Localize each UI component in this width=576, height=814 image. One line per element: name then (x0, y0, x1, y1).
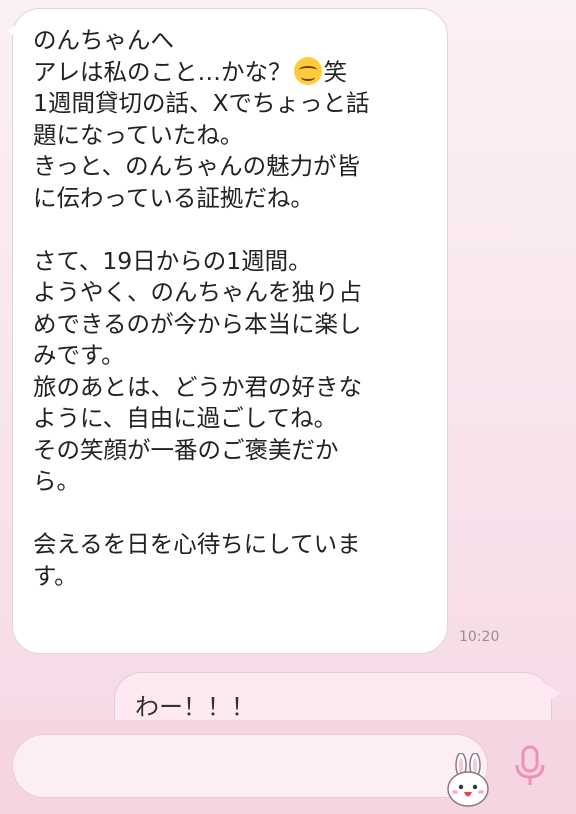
message-line: 会えるを日を心待ちにしていま (33, 530, 361, 558)
microphone-icon[interactable] (512, 744, 548, 788)
message-input[interactable] (12, 734, 489, 807)
message-input-bar (0, 720, 576, 814)
message-line: さて、19日からの1週間。 (33, 246, 312, 275)
message-line: その笑顔が一番のご褒美だか (33, 435, 339, 464)
message-line: めできるのが今から本当に楽し (33, 309, 362, 338)
message-line: す。 (33, 561, 78, 590)
incoming-message-bubble[interactable]: のんちゃんへ アレは私のこと…かな？ 笑 1週間貸切の話、Xでちょっと話 題になっ… (6, 8, 448, 654)
message-line: みです。 (33, 341, 125, 369)
message-timestamp: 10:20 (459, 629, 500, 645)
message-line: ら。 (33, 467, 80, 495)
message-line: に伝わっている証拠だね。 (33, 183, 314, 212)
message-line: 題になっていたね。 (33, 120, 244, 149)
message-line-with-emoji: アレは私のこと…かな？ 笑 (33, 56, 427, 89)
message-line: きっと、のんちゃんの魅力が皆 (33, 152, 361, 180)
chat-area[interactable]: のんちゃんへ アレは私のこと…かな？ 笑 1週間貸切の話、Xでちょっと話 題になっ… (0, 0, 576, 720)
message-line-suffix: 笑 (323, 57, 348, 86)
outgoing-message-text: わー！！！ (135, 693, 255, 720)
outgoing-message-bubble[interactable]: わー！！！ (114, 672, 561, 720)
smiling-face-emoji-icon (293, 56, 322, 85)
message-line: ように、自由に過ごしてね。 (33, 404, 338, 432)
message-line: 1週間貸切の話、Xでちょっと話 (33, 89, 370, 117)
bunny-sticker-icon[interactable] (444, 752, 494, 809)
message-line: 旅のあとは、どうか君の好きな (33, 372, 362, 401)
message-line: ようやく、のんちゃんを独り占 (33, 278, 362, 306)
message-line: のんちゃんへ (33, 26, 174, 54)
message-line-text: アレは私のこと…かな？ (33, 57, 292, 86)
